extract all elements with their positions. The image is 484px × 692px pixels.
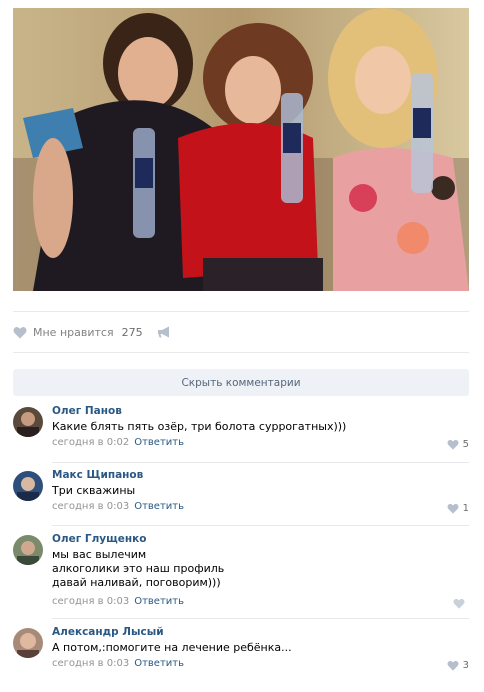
post-actions: Мне нравится 275 [13, 322, 171, 342]
divider [52, 525, 469, 526]
comment-text: мы вас вылечим алкоголики это наш профил… [52, 548, 225, 589]
heart-icon[interactable] [453, 598, 465, 609]
reply-link[interactable]: Ответить [134, 437, 184, 448]
divider [13, 311, 469, 312]
divider [52, 462, 469, 463]
comment-text: Какие блять пять озёр, три болота суррог… [52, 420, 347, 433]
comment-text: А потом,:помогите на лечение ребёнка... [52, 641, 292, 654]
comment-item: Макс Щипанов Три скважины сегодня в 0:03… [13, 469, 469, 521]
heart-icon[interactable] [447, 439, 459, 450]
post-photo[interactable] [13, 8, 469, 291]
comment-meta: сегодня в 0:02 Ответить [52, 437, 184, 448]
comment-item: Александр Лысый А потом,:помогите на леч… [13, 626, 469, 678]
comment-time[interactable]: сегодня в 0:03 [52, 658, 129, 669]
avatar[interactable] [13, 628, 43, 658]
comment-item: Олег Панов Какие блять пять озёр, три бо… [13, 405, 469, 457]
reply-link[interactable]: Ответить [134, 596, 184, 607]
comment-meta: сегодня в 0:03 Ответить [52, 596, 184, 607]
comment-like-count: 1 [462, 503, 469, 514]
comment-meta: сегодня в 0:03 Ответить [52, 658, 184, 669]
comment-likes[interactable]: 3 [447, 660, 469, 671]
avatar[interactable] [13, 535, 43, 565]
comment-author[interactable]: Олег Глущенко [52, 533, 146, 545]
comment-like-count: 5 [462, 439, 469, 450]
heart-icon[interactable] [447, 660, 459, 671]
megaphone-icon[interactable] [157, 326, 171, 338]
avatar[interactable] [13, 471, 43, 501]
like-button[interactable]: Мне нравится [33, 326, 114, 339]
comment-time[interactable]: сегодня в 0:03 [52, 596, 129, 607]
comment-item: Олег Глущенко мы вас вылечим алкоголики … [13, 533, 469, 613]
divider [13, 352, 469, 353]
comment-meta: сегодня в 0:03 Ответить [52, 501, 184, 512]
comment-time[interactable]: сегодня в 0:03 [52, 501, 129, 512]
heart-icon[interactable] [447, 503, 459, 514]
comment-likes[interactable]: 5 [447, 439, 469, 450]
comment-author[interactable]: Олег Панов [52, 405, 122, 417]
post-photo-image [13, 8, 469, 291]
divider [52, 618, 469, 619]
hide-comments-button[interactable]: Скрыть комментарии [13, 369, 469, 396]
reply-link[interactable]: Ответить [134, 658, 184, 669]
reply-link[interactable]: Ответить [134, 501, 184, 512]
comment-time[interactable]: сегодня в 0:02 [52, 437, 129, 448]
avatar[interactable] [13, 407, 43, 437]
heart-icon[interactable] [13, 326, 27, 339]
comment-text: Три скважины [52, 484, 136, 497]
comment-likes[interactable]: 1 [447, 503, 469, 514]
comment-author[interactable]: Макс Щипанов [52, 469, 143, 481]
like-count[interactable]: 275 [122, 326, 143, 339]
comment-author[interactable]: Александр Лысый [52, 626, 164, 638]
comment-like-count: 3 [462, 660, 469, 671]
comment-likes[interactable] [453, 598, 469, 609]
